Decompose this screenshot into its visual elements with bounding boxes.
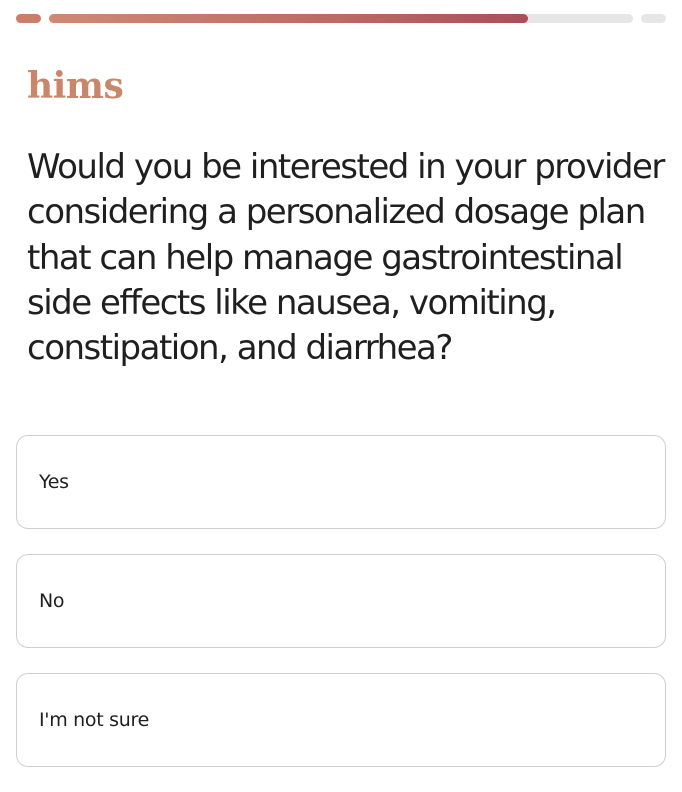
option-yes[interactable]: Yes — [16, 435, 666, 529]
progress-segment-3 — [641, 14, 666, 23]
option-not-sure[interactable]: I'm not sure — [16, 673, 666, 767]
progress-segment-2 — [49, 14, 633, 23]
question-text: Would you be interested in your provider… — [27, 147, 665, 369]
hims-logo: hims — [27, 65, 124, 107]
option-no[interactable]: No — [16, 554, 666, 648]
option-not-sure-label: I'm not sure — [39, 709, 149, 731]
option-yes-label: Yes — [39, 471, 69, 493]
progress-segment-1-fill — [16, 14, 41, 23]
answer-options: Yes No I'm not sure — [16, 435, 666, 792]
option-no-label: No — [39, 590, 65, 612]
progress-segment-1 — [16, 14, 41, 23]
progress-bar — [16, 14, 666, 23]
progress-segment-2-fill — [49, 14, 528, 23]
